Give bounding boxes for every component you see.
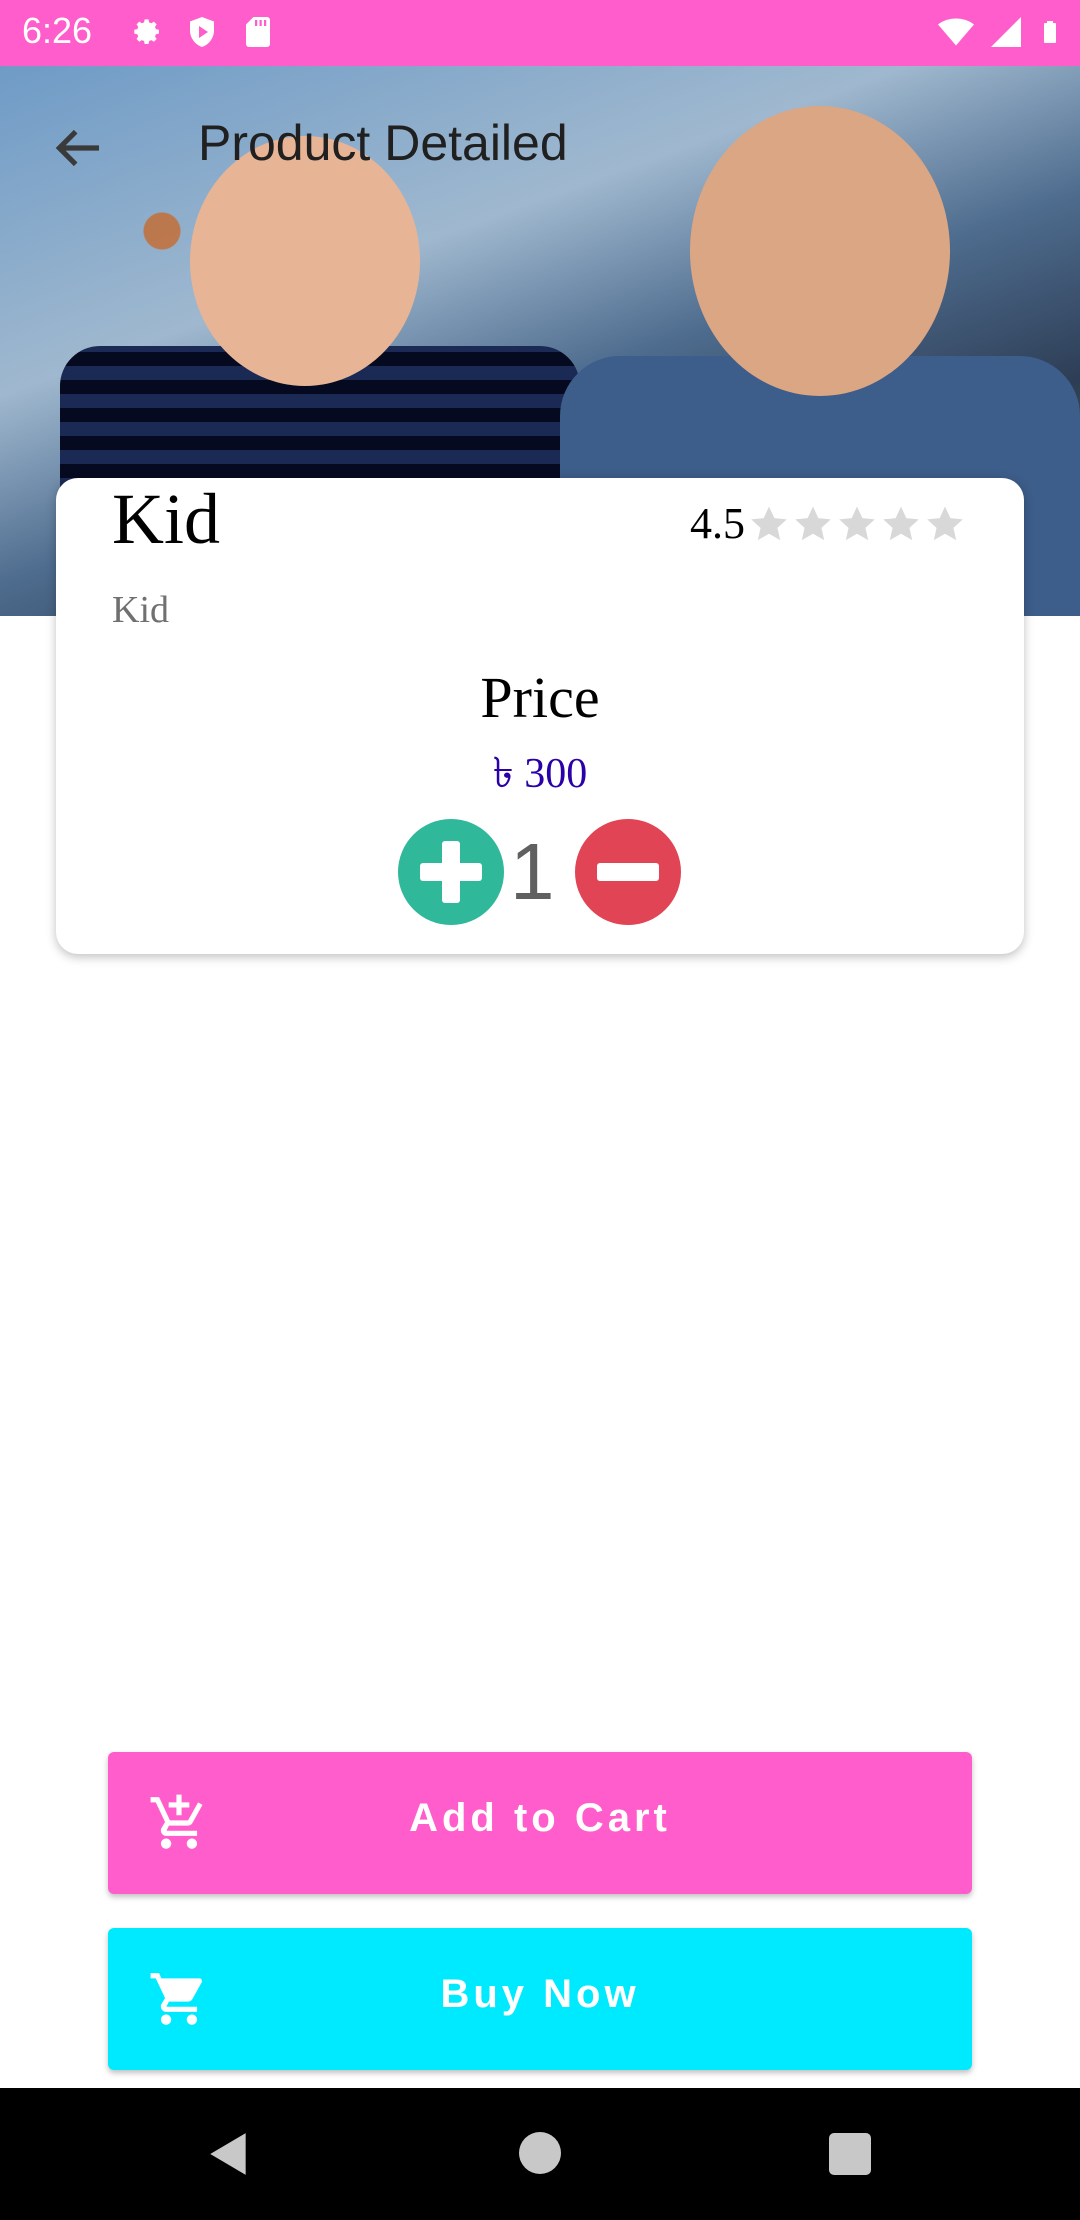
rating-value: 4.5 xyxy=(690,499,745,548)
minus-icon xyxy=(596,863,659,881)
status-system-icons xyxy=(938,14,1062,50)
plus-icon-vertical xyxy=(442,841,460,903)
product-subtitle: Kid xyxy=(112,589,169,631)
sd-card-icon xyxy=(246,17,270,47)
gear-icon xyxy=(134,19,159,44)
quantity-value: 1 xyxy=(510,827,555,916)
rating-stars[interactable] xyxy=(747,502,967,546)
status-bar: 6:26 xyxy=(0,0,1080,66)
buy-now-button[interactable]: Buy Now xyxy=(108,1928,972,2070)
battery-icon xyxy=(1044,21,1056,43)
nav-home-icon[interactable] xyxy=(519,2132,561,2174)
star-icon xyxy=(795,506,831,540)
star-icon xyxy=(751,506,787,540)
price-label: Price xyxy=(480,665,600,730)
shield-play-icon xyxy=(190,17,214,47)
add-to-cart-button[interactable]: Add to Cart xyxy=(108,1752,972,1894)
status-notification-icons xyxy=(128,14,276,50)
arrow-left-icon[interactable] xyxy=(50,120,106,176)
signal-icon xyxy=(991,17,1021,47)
star-icon xyxy=(883,506,919,540)
nav-recent-apps-icon[interactable] xyxy=(829,2133,871,2175)
system-nav-bar xyxy=(0,2088,1080,2220)
add-to-cart-label: Add to Cart xyxy=(409,1796,671,1840)
decrease-quantity-button[interactable] xyxy=(574,819,681,925)
product-rating: 4.5 xyxy=(690,498,967,549)
buy-now-label: Buy Now xyxy=(440,1972,640,2016)
app-bar: Product Detailed xyxy=(0,66,1080,226)
status-time: 6:26 xyxy=(22,10,93,51)
star-icon xyxy=(927,506,963,540)
product-name: Kid xyxy=(112,479,220,559)
page-title: Product Detailed xyxy=(198,115,568,171)
wifi-icon xyxy=(938,18,974,46)
star-icon xyxy=(839,506,875,540)
product-card: Kid 4.5 Kid Price ৳ 300 1 xyxy=(56,478,1024,954)
quantity-stepper: 1 xyxy=(398,818,681,926)
price-value: ৳ 300 xyxy=(492,751,588,797)
nav-back-icon[interactable] xyxy=(204,2128,254,2180)
increase-quantity-button[interactable] xyxy=(398,819,504,925)
